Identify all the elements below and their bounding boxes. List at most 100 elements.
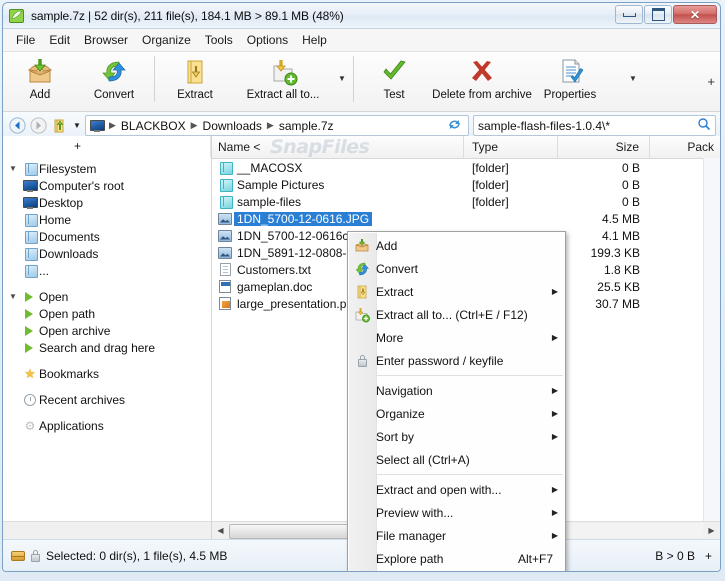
- sidebar-item-recent-archives[interactable]: Recent archives: [3, 391, 211, 408]
- submenu-arrow-icon: ▶: [552, 432, 558, 441]
- toolbar-plus-button[interactable]: +: [707, 74, 715, 89]
- refresh-icon[interactable]: [447, 117, 464, 135]
- minimize-button[interactable]: [615, 5, 643, 24]
- toolbar-extract-label: Extract: [177, 89, 213, 101]
- menu-organize[interactable]: Organize: [135, 31, 198, 49]
- up-one-level-icon[interactable]: [49, 116, 69, 136]
- lock-icon: [348, 355, 376, 367]
- address-history-dropdown[interactable]: ▼: [69, 121, 85, 130]
- menu-edit[interactable]: Edit: [42, 31, 77, 49]
- sidebar-item-documents[interactable]: Documents: [3, 228, 211, 245]
- context-menu-label: Navigation: [376, 384, 565, 398]
- breadcrumb-blackbox[interactable]: BLACKBOX: [121, 119, 186, 133]
- sidebar-item-home[interactable]: Home: [3, 211, 211, 228]
- submenu-arrow-icon: ▶: [552, 333, 558, 342]
- context-menu-item-add[interactable]: Add: [348, 234, 565, 257]
- column-header-name[interactable]: Name <: [212, 136, 464, 158]
- sidebar-item-computers-root[interactable]: Computer's root: [3, 177, 211, 194]
- computer-icon: [21, 180, 39, 192]
- back-arrow-icon[interactable]: [7, 116, 27, 136]
- context-menu-item-enter-password-keyfile[interactable]: Enter password / keyfile: [348, 349, 565, 372]
- sidebar-item-applications[interactable]: ⚙ Applications: [3, 417, 211, 434]
- toolbar-convert-button[interactable]: Convert: [77, 52, 151, 109]
- breadcrumb-sample7z[interactable]: sample.7z: [279, 119, 334, 133]
- submenu-arrow-icon: ▶: [552, 409, 558, 418]
- sidebar-horizontal-scrollbar[interactable]: [3, 521, 211, 539]
- sidebar-plus-button[interactable]: +: [74, 139, 81, 153]
- toolbar-overflow-dropdown[interactable]: ▼: [625, 52, 641, 104]
- menu-browser[interactable]: Browser: [77, 31, 135, 49]
- sidebar-item-search-and-drag-here[interactable]: Search and drag here: [3, 339, 211, 356]
- context-menu-item-convert[interactable]: Convert: [348, 257, 565, 280]
- file-list-vertical-scrollbar[interactable]: [703, 158, 720, 522]
- file-size: 4.5 MB: [558, 212, 650, 226]
- image-icon: [216, 213, 234, 225]
- scroll-left-icon[interactable]: ◀: [212, 523, 229, 539]
- context-menu-item-select-all[interactable]: Select all (Ctrl+A): [348, 448, 565, 471]
- context-menu: Add Convert: [347, 231, 566, 572]
- toolbar-separator-2: [353, 56, 354, 102]
- column-header-pack[interactable]: Pack: [650, 136, 720, 158]
- table-row[interactable]: Sample Pictures [folder] 0 B: [212, 176, 720, 193]
- column-header-type[interactable]: Type: [464, 136, 558, 158]
- sidebar-item-downloads[interactable]: Downloads: [3, 245, 211, 262]
- context-menu-item-sort-by[interactable]: Sort by ▶: [348, 425, 565, 448]
- menu-file[interactable]: File: [9, 31, 42, 49]
- scroll-right-icon[interactable]: ▶: [703, 523, 720, 539]
- toolbar-delete-button[interactable]: Delete from archive: [431, 52, 533, 109]
- context-menu-item-preview-with[interactable]: Preview with... ▶: [348, 501, 565, 524]
- toolbar-add-button[interactable]: Add: [3, 52, 77, 109]
- context-menu-item-properties[interactable]: Properties: [348, 570, 565, 572]
- file-size: 0 B: [558, 195, 650, 209]
- sidebar-item-open-archive[interactable]: Open archive: [3, 322, 211, 339]
- computer-icon: [90, 120, 104, 132]
- file-name: sample-files: [234, 195, 304, 209]
- sidebar-item-open-path[interactable]: Open path: [3, 305, 211, 322]
- sidebar-item-open[interactable]: ▼ Open: [3, 288, 211, 305]
- file-type: [folder]: [464, 161, 558, 175]
- menu-tools[interactable]: Tools: [198, 31, 240, 49]
- context-menu-label: File manager: [376, 529, 565, 543]
- table-row[interactable]: sample-files [folder] 0 B: [212, 193, 720, 210]
- breadcrumb-downloads[interactable]: Downloads: [203, 119, 262, 133]
- status-plus-button[interactable]: +: [705, 549, 712, 563]
- context-menu-item-extract-all-to[interactable]: Extract all to... (Ctrl+E / F12): [348, 303, 565, 326]
- toolbar-extract-button[interactable]: Extract: [158, 52, 232, 109]
- expander-icon[interactable]: ▼: [9, 164, 21, 173]
- context-menu-item-extract-and-open-with[interactable]: Extract and open with... ▶: [348, 478, 565, 501]
- maximize-button[interactable]: [644, 5, 672, 24]
- table-row[interactable]: __MACOSX [folder] 0 B: [212, 159, 720, 176]
- extract-folder-icon: [180, 56, 210, 87]
- magnifier-icon[interactable]: [697, 117, 711, 134]
- toolbar-extract-all-dropdown[interactable]: ▼: [334, 52, 350, 104]
- context-menu-item-extract[interactable]: Extract ▶: [348, 280, 565, 303]
- file-name: 1DN_5700-12-0616.JPG: [234, 212, 372, 226]
- context-menu-item-navigation[interactable]: Navigation ▶: [348, 379, 565, 402]
- file-size: 0 B: [558, 161, 650, 175]
- toolbar-test-button[interactable]: Test: [357, 52, 431, 109]
- sidebar-item-desktop[interactable]: Desktop: [3, 194, 211, 211]
- context-menu-item-more[interactable]: More ▶: [348, 326, 565, 349]
- forward-arrow-icon[interactable]: [28, 116, 48, 136]
- expander-icon[interactable]: ▼: [9, 292, 21, 301]
- context-menu-item-organize[interactable]: Organize ▶: [348, 402, 565, 425]
- sidebar-tree: ▼ Filesystem Computer's root Desktop: [3, 158, 211, 434]
- sidebar-gap: [3, 408, 211, 417]
- breadcrumb[interactable]: ▶ BLACKBOX ▶ Downloads ▶ sample.7z: [85, 115, 469, 136]
- filter-input[interactable]: sample-flash-files-1.0.4\*: [473, 115, 716, 136]
- doc-file-icon: [216, 280, 234, 293]
- toolbar-extract-all-button[interactable]: Extract all to...: [232, 52, 334, 109]
- sidebar-item-more[interactable]: ...: [3, 262, 211, 279]
- folder-icon: [21, 264, 39, 277]
- toolbar-properties-button[interactable]: Properties: [533, 52, 607, 109]
- menu-help[interactable]: Help: [295, 31, 334, 49]
- table-row-selected[interactable]: 1DN_5700-12-0616.JPG 4.5 MB: [212, 210, 720, 227]
- sidebar-item-bookmarks[interactable]: ★ Bookmarks: [3, 365, 211, 382]
- context-menu-item-explore-path[interactable]: Explore path Alt+F7: [348, 547, 565, 570]
- column-header-size[interactable]: Size: [558, 136, 650, 158]
- context-menu-label: More: [376, 331, 565, 345]
- sidebar-item-filesystem[interactable]: ▼ Filesystem: [3, 160, 211, 177]
- close-button[interactable]: ✕: [673, 5, 717, 24]
- context-menu-item-file-manager[interactable]: File manager ▶: [348, 524, 565, 547]
- menu-options[interactable]: Options: [240, 31, 295, 49]
